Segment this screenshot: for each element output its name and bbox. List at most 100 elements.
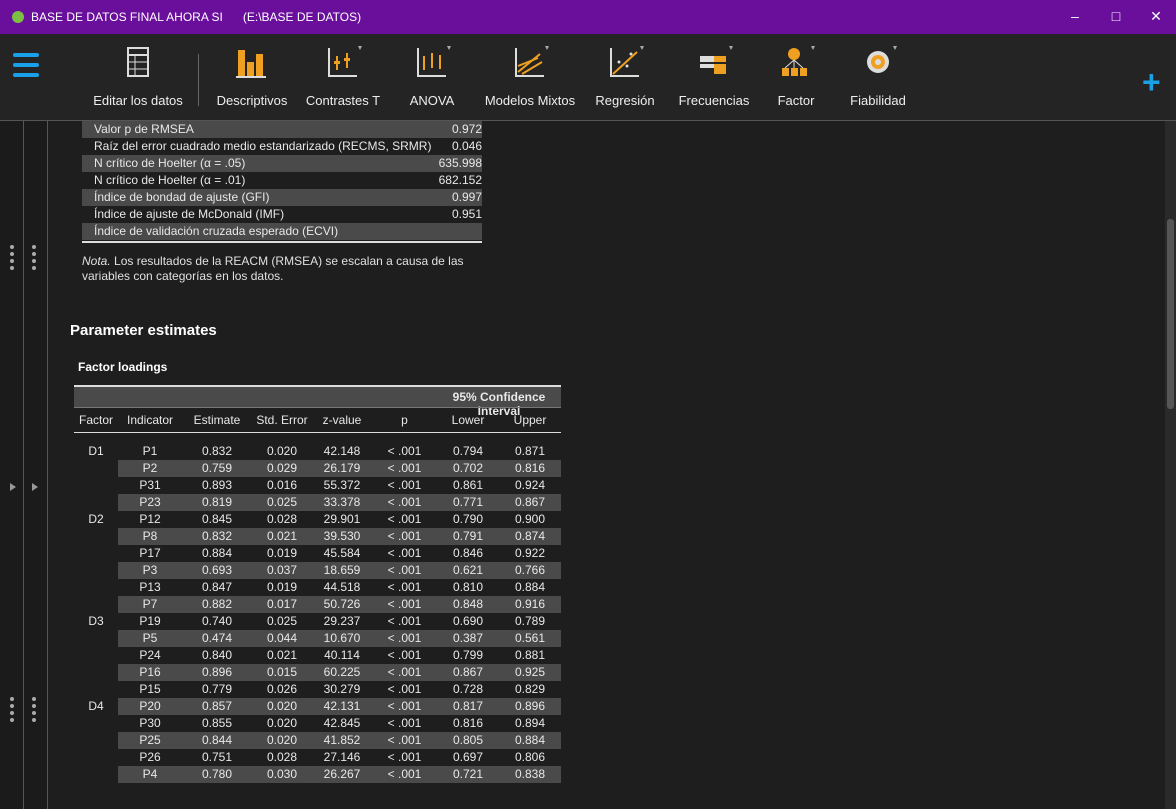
toolbar-divider bbox=[198, 54, 199, 106]
expand-arrow-icon[interactable] bbox=[10, 483, 16, 491]
table-cell: 0.810 bbox=[452, 580, 484, 594]
table-cell: < .001 bbox=[387, 682, 422, 696]
table-cell: 0.020 bbox=[266, 716, 298, 730]
table-cell: 0.019 bbox=[266, 546, 298, 560]
table-cell: 0.028 bbox=[266, 750, 298, 764]
table-row: Índice de bondad de ajuste (GFI) 0.997 bbox=[82, 189, 482, 206]
table-cell: D4 bbox=[88, 699, 104, 713]
toolbar-modelos-mixtos-button[interactable]: Modelos Mixtos bbox=[480, 44, 580, 108]
table-cell: 29.237 bbox=[323, 614, 361, 628]
factor-icon bbox=[782, 46, 815, 76]
table-cell: 0.789 bbox=[514, 614, 546, 628]
table-cell: < .001 bbox=[387, 597, 422, 611]
table-row: P15 0.779 0.026 30.279 < .001 0.728 0.829 bbox=[74, 681, 561, 698]
table-row: P2 0.759 0.029 26.179 < .001 0.702 0.816 bbox=[74, 460, 561, 477]
table-cell: P19 bbox=[139, 614, 161, 628]
table-cell: 0.790 bbox=[452, 512, 484, 526]
table-cell: < .001 bbox=[387, 495, 422, 509]
close-button[interactable]: ✕ bbox=[1146, 6, 1166, 26]
maximize-button[interactable]: □ bbox=[1106, 6, 1126, 26]
toolbar-factor-button[interactable]: Factor bbox=[768, 44, 824, 108]
table-cell: 0.766 bbox=[514, 563, 546, 577]
table-cell: < .001 bbox=[387, 767, 422, 781]
table-cell: 0.855 bbox=[201, 716, 233, 730]
table-row: P17 0.884 0.019 45.584 < .001 0.846 0.922 bbox=[74, 545, 561, 562]
anova-icon bbox=[417, 46, 451, 77]
table-cell: 0.916 bbox=[514, 597, 546, 611]
table-cell: P7 bbox=[142, 597, 158, 611]
table-cell: 0.025 bbox=[266, 614, 298, 628]
table-row: P8 0.832 0.021 39.530 < .001 0.791 0.874 bbox=[74, 528, 561, 545]
table-cell: 0.816 bbox=[514, 461, 546, 475]
table-cell: 42.845 bbox=[323, 716, 361, 730]
table-cell: 40.114 bbox=[324, 648, 360, 662]
toolbar-contrastes-t-button[interactable]: Contrastes T bbox=[301, 44, 385, 108]
table-cell: P4 bbox=[142, 767, 158, 781]
toolbar-item-label: Factor bbox=[777, 93, 815, 108]
table-cell: 0.728 bbox=[452, 682, 484, 696]
table-cell: < .001 bbox=[387, 461, 422, 475]
column-header: Estimate bbox=[193, 413, 241, 427]
frequencies-icon bbox=[700, 46, 733, 74]
table-cell: 0.840 bbox=[201, 648, 233, 662]
table-cell: 0.848 bbox=[452, 597, 484, 611]
column-header: z-value bbox=[322, 413, 362, 427]
table-cell: 0.474 bbox=[201, 631, 233, 645]
drag-handle-icon[interactable] bbox=[10, 245, 14, 273]
table-cell: 0.028 bbox=[266, 512, 298, 526]
table-row: P5 0.474 0.044 10.670 < .001 0.387 0.561 bbox=[74, 630, 561, 647]
toolbar-descriptivos-button[interactable]: Descriptivos bbox=[212, 44, 292, 108]
drag-handle-icon[interactable] bbox=[32, 697, 36, 725]
table-cell: 30.279 bbox=[323, 682, 361, 696]
drag-handle-icon[interactable] bbox=[32, 245, 36, 273]
toolbar-frecuencias-button[interactable]: Frecuencias bbox=[672, 44, 756, 108]
table-cell: 0.861 bbox=[452, 478, 484, 492]
table-cell: < .001 bbox=[387, 580, 422, 594]
hamburger-menu-icon[interactable] bbox=[13, 53, 39, 83]
table-cell: 0.893 bbox=[201, 478, 233, 492]
plus-icon[interactable]: + bbox=[1142, 66, 1161, 98]
toolbar-anova-button[interactable]: ANOVA bbox=[400, 44, 464, 108]
minimize-button[interactable]: – bbox=[1065, 6, 1085, 26]
expand-arrow-icon[interactable] bbox=[32, 483, 38, 491]
table-cell: 0.690 bbox=[452, 614, 484, 628]
table-cell: P8 bbox=[142, 529, 158, 543]
table-row: P3 0.693 0.037 18.659 < .001 0.621 0.766 bbox=[74, 562, 561, 579]
table-cell: P3 bbox=[142, 563, 158, 577]
vertical-scrollbar[interactable] bbox=[1165, 121, 1176, 809]
table-cell: 0.030 bbox=[266, 767, 298, 781]
toolbar-item-label: Editar los datos bbox=[93, 93, 183, 108]
scrollbar-thumb[interactable] bbox=[1167, 219, 1174, 409]
table-cell: 0.697 bbox=[452, 750, 484, 764]
toolbar-editar-datos-button[interactable]: Editar los datos bbox=[88, 44, 188, 108]
table-cell: 0.025 bbox=[266, 495, 298, 509]
table-cell: 0.857 bbox=[201, 699, 233, 713]
table-cell: < .001 bbox=[387, 546, 422, 560]
table-cell: 0.037 bbox=[266, 563, 298, 577]
table-cell: P13 bbox=[139, 580, 161, 594]
table-cell: 0.832 bbox=[201, 529, 233, 543]
column-header: Std. Error bbox=[256, 413, 308, 427]
table-row: Valor p de RMSEA 0.972 bbox=[82, 121, 482, 138]
table-cell: 0.896 bbox=[514, 699, 546, 713]
table-cell: 0.884 bbox=[514, 733, 546, 747]
table-cell: < .001 bbox=[387, 478, 422, 492]
table-cell: 0.016 bbox=[266, 478, 298, 492]
table-cell: 0.771 bbox=[452, 495, 484, 509]
toolbar-fiabilidad-button[interactable]: Fiabilidad bbox=[840, 44, 916, 108]
table-cell: 0.759 bbox=[201, 461, 233, 475]
toolbar-item-label: Contrastes T bbox=[305, 93, 381, 108]
table-cell: 0.846 bbox=[452, 546, 484, 560]
toolbar-regresion-button[interactable]: Regresión bbox=[590, 44, 660, 108]
table-cell: 0.791 bbox=[452, 529, 484, 543]
toolbar-item-label: Modelos Mixtos bbox=[484, 93, 576, 108]
mixed-models-icon bbox=[515, 46, 549, 77]
app-logo-icon bbox=[12, 11, 24, 23]
drag-handle-icon[interactable] bbox=[10, 697, 14, 725]
table-row: N crítico de Hoelter (α = .05) 635.998 bbox=[82, 155, 482, 172]
column-header: Upper bbox=[513, 413, 547, 427]
table-cell: 0.017 bbox=[266, 597, 298, 611]
window-title: BASE DE DATOS FINAL AHORA SI (E:\BASE DE… bbox=[31, 10, 362, 24]
table-cell: P20 bbox=[139, 699, 161, 713]
table-cell: D3 bbox=[88, 614, 104, 628]
